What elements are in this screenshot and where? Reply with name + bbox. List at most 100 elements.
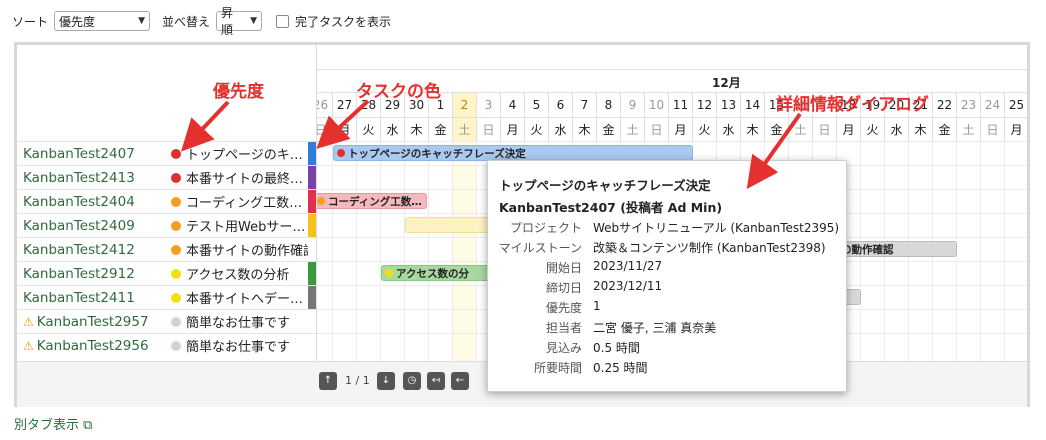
task-row[interactable]: KanbanTest2411 本番サイトへデー… [17, 285, 317, 310]
first-page-button[interactable]: ↑ [319, 372, 337, 390]
dialog-field-value: 改築＆コンテンツ制作 (KanbanTest2398) [593, 241, 826, 255]
task-bar[interactable]: の動作確認 [837, 241, 957, 257]
dialog-field-label: プロジェクト [509, 221, 582, 235]
show-done-label: 完了タスクを表示 [295, 14, 392, 29]
day-cell: 4 [501, 93, 525, 117]
dialog-field-label: 所要時間 [533, 361, 582, 375]
dialog-title: トップページのキャッチフレーズ決定 [499, 178, 711, 193]
task-row[interactable]: KanbanTest2912 アクセス数の分析 [17, 261, 317, 286]
chevron-down-icon: ▼ [250, 16, 258, 26]
day-cell: 11 [669, 93, 693, 117]
priority-dot-icon [171, 220, 181, 231]
chevron-down-icon: ▼ [138, 16, 146, 26]
day-cell: 13 [717, 93, 741, 117]
order-select[interactable]: 昇順 ▼ [216, 6, 263, 37]
day-cell: 26 [317, 93, 333, 117]
task-id-link[interactable]: KanbanTest2912 [23, 266, 135, 282]
task-bar[interactable]: コーディング工数… [317, 193, 427, 209]
task-name[interactable]: 本番サイトの最終… [171, 168, 317, 187]
task-name[interactable]: 本番サイトへデー… [171, 288, 317, 307]
weekday-cell: 日 [317, 117, 333, 141]
dialog-field-value: 2023/11/27 [593, 259, 663, 273]
weekday-cell: 水 [381, 117, 405, 141]
priority-dot-icon [171, 340, 181, 351]
weekday-cell: 月 [501, 117, 525, 141]
task-id-link[interactable]: KanbanTest2411 [23, 290, 135, 306]
task-id-link[interactable]: KanbanTest2413 [23, 170, 135, 186]
weekday-cell: 金 [429, 117, 453, 141]
task-id-link[interactable]: KanbanTest2407 [23, 146, 135, 162]
day-cell: 6 [549, 93, 573, 117]
weekday-cell: 金 [597, 117, 621, 141]
weekday-cell: 水 [885, 117, 909, 141]
dialog-field-label: マイルストーン [498, 241, 582, 255]
task-id-link[interactable]: KanbanTest2404 [23, 194, 135, 210]
task-name[interactable]: コーディング工数… [171, 192, 317, 211]
weekday-cell: 月 [1005, 117, 1027, 141]
task-row[interactable]: KanbanTest2413 本番サイトの最終… [17, 165, 317, 190]
task-id-link[interactable]: ⚠ KanbanTest2957 [23, 314, 149, 330]
month-label: 12月 [712, 76, 741, 90]
task-row[interactable]: KanbanTest2412 本番サイトの動作確認 [17, 237, 317, 262]
task-row[interactable]: KanbanTest2409 テスト用Webサー… [17, 213, 317, 238]
priority-dot-icon [171, 172, 181, 183]
weekday-cell: 木 [909, 117, 933, 141]
day-cell: 14 [741, 93, 765, 117]
task-name[interactable]: 簡単なお仕事です [171, 336, 317, 355]
page-indicator: 1 / 1 [345, 374, 370, 387]
task-name[interactable]: 簡単なお仕事です [171, 312, 317, 331]
weekday-cell: 火 [357, 117, 381, 141]
scroll-left-button[interactable]: ← [451, 372, 469, 390]
weekday-cell: 火 [693, 117, 717, 141]
task-bar[interactable]: トップページのキャッチフレーズ決定 [333, 145, 693, 161]
dialog-field-label: 開始日 [545, 261, 582, 275]
task-name[interactable]: トップページのキ… [171, 144, 317, 163]
task-color-bar [308, 261, 316, 286]
weekday-cell: 水 [549, 117, 573, 141]
task-name[interactable]: テスト用Webサー… [171, 216, 317, 235]
last-page-button[interactable]: ↓ [377, 372, 395, 390]
annotation-detail-dialog: 詳細情報ダイアログ [776, 95, 929, 115]
dialog-field-value: 2023/12/11 [593, 279, 663, 293]
task-color-bar [308, 285, 316, 310]
task-color-bar [308, 165, 316, 190]
weekday-cell: 木 [741, 117, 765, 141]
day-cell: 9 [621, 93, 645, 117]
weekday-cell: 土 [453, 117, 477, 141]
priority-dot-icon [171, 196, 181, 207]
priority-dot-icon [171, 292, 181, 303]
task-row[interactable]: ⚠ KanbanTest2956 簡単なお仕事です [17, 333, 317, 358]
scroll-left-far-button[interactable]: ↤ [427, 372, 445, 390]
priority-dot-icon [337, 149, 345, 157]
weekday-cell: 日 [645, 117, 669, 141]
task-name[interactable]: 本番サイトの動作確認 [171, 240, 317, 259]
sort-select[interactable]: 優先度 ▼ [54, 11, 151, 31]
priority-dot-icon [171, 148, 181, 159]
task-id-link[interactable]: KanbanTest2412 [23, 242, 135, 258]
priority-dot-icon [385, 269, 393, 277]
weekday-cell: 木 [573, 117, 597, 141]
day-cell: 25 [1005, 93, 1027, 117]
task-row[interactable]: ⚠ KanbanTest2957 簡単なお仕事です [17, 309, 317, 334]
open-new-tab-link[interactable]: 別タブ表示 ⧉ [14, 414, 92, 433]
day-cell: 2 [453, 93, 477, 117]
weekday-cell: 木 [405, 117, 429, 141]
task-name[interactable]: アクセス数の分析 [171, 264, 317, 283]
task-id-link[interactable]: ⚠ KanbanTest2956 [23, 338, 149, 354]
day-cell: 27 [333, 93, 357, 117]
task-row[interactable]: KanbanTest2407 トップページのキ… [17, 141, 317, 166]
task-id-link[interactable]: KanbanTest2409 [23, 218, 135, 234]
dialog-field-value: 0.5 時間 [593, 341, 640, 355]
day-cell: 22 [933, 93, 957, 117]
weekday-cell: 日 [477, 117, 501, 141]
dialog-field-label: 見込み [545, 341, 582, 355]
day-cell: 5 [525, 93, 549, 117]
show-done-checkbox[interactable] [276, 14, 290, 28]
warning-icon: ⚠ [23, 338, 34, 353]
task-color-bar [308, 189, 316, 214]
priority-dot-icon [317, 197, 325, 205]
task-row[interactable]: KanbanTest2404 コーディング工数… [17, 189, 317, 214]
clock-icon[interactable]: ◷ [403, 372, 421, 390]
task-bar[interactable]: アクセス数の分 [381, 265, 491, 281]
day-cell: 8 [597, 93, 621, 117]
